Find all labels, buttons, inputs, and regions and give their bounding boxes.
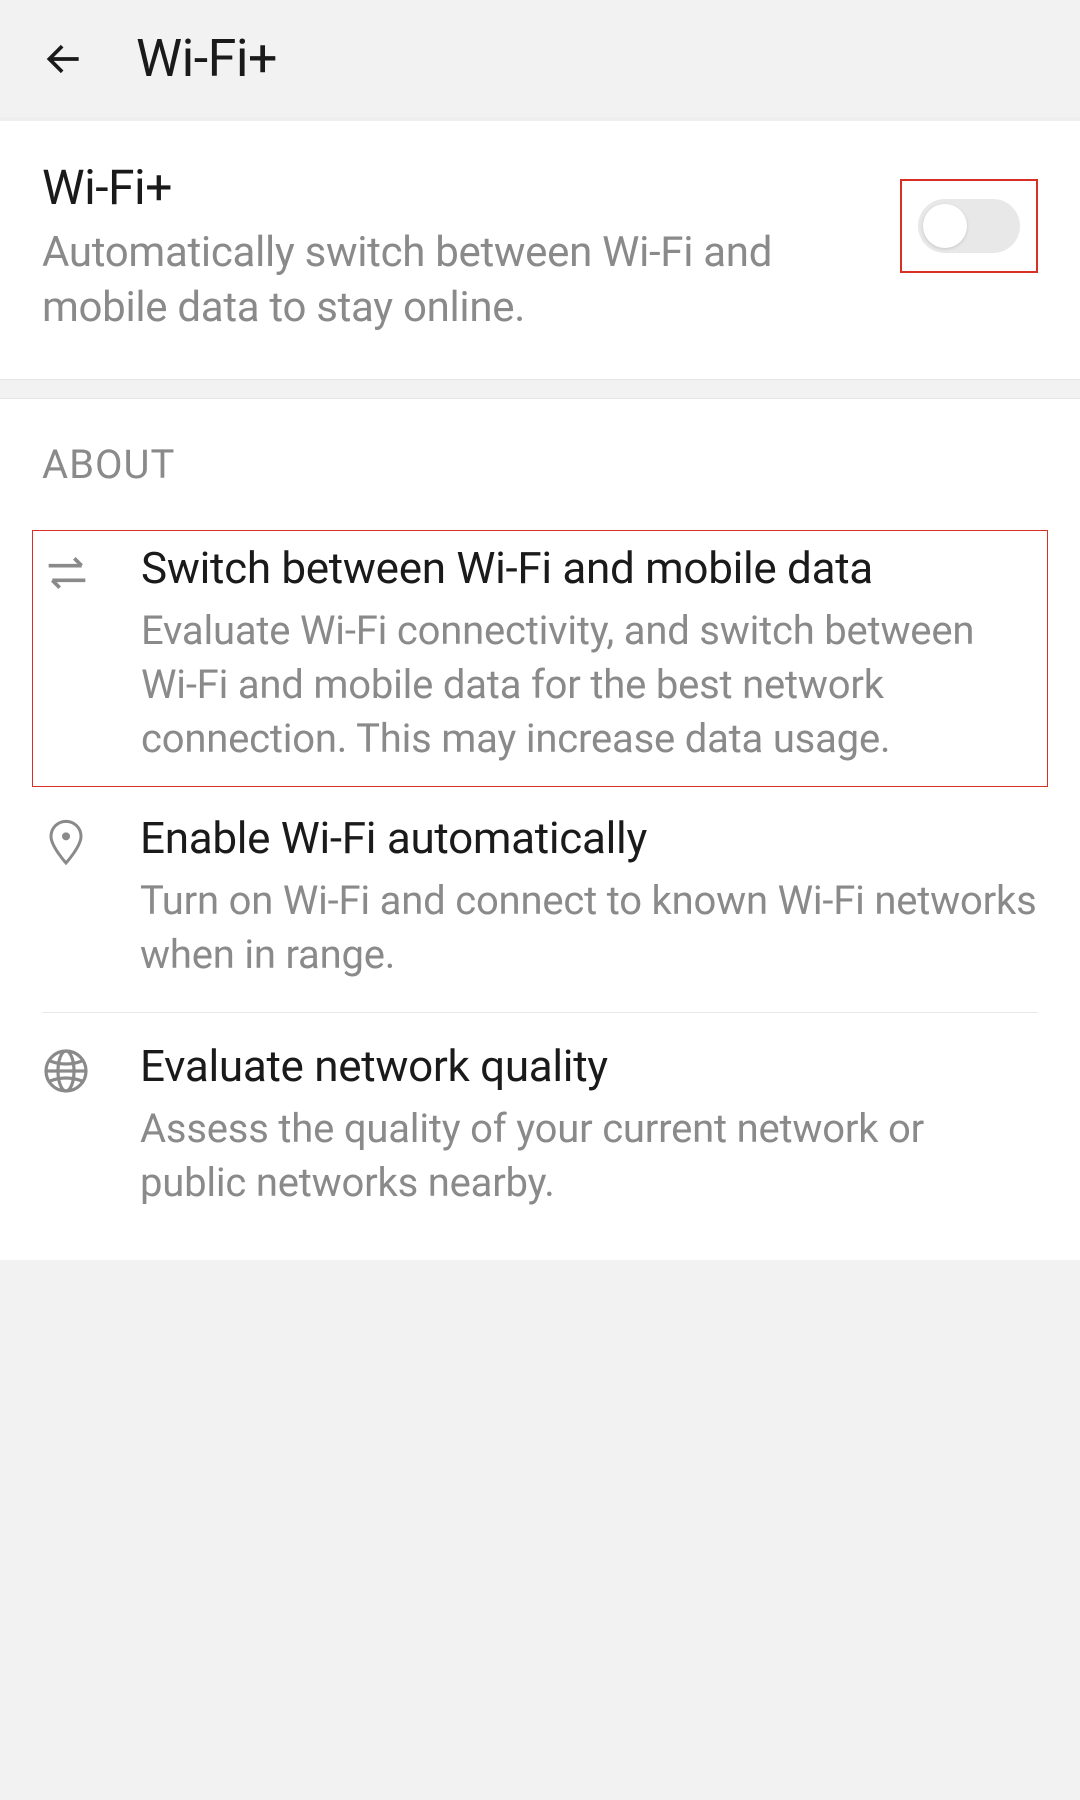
- back-button[interactable]: [40, 35, 88, 83]
- wifi-plus-title: Wi-Fi+: [42, 159, 860, 216]
- about-item-switch: Switch between Wi-Fi and mobile data Eva…: [32, 530, 1048, 787]
- wifi-plus-toggle-row: Wi-Fi+ Automatically switch between Wi-F…: [0, 121, 1080, 379]
- about-item-description: Assess the quality of your current netwo…: [140, 1102, 1038, 1210]
- about-item-text: Enable Wi-Fi automatically Turn on Wi-Fi…: [140, 811, 1038, 982]
- toggle-knob: [923, 204, 967, 248]
- switch-arrows-icon: [43, 549, 91, 597]
- about-item-title: Enable Wi-Fi automatically: [140, 811, 1038, 866]
- about-heading: ABOUT: [42, 441, 1038, 488]
- about-item-description: Evaluate Wi-Fi connectivity, and switch …: [141, 604, 1037, 766]
- about-item-title: Switch between Wi-Fi and mobile data: [141, 541, 1037, 596]
- about-item-description: Turn on Wi-Fi and connect to known Wi-Fi…: [140, 874, 1038, 982]
- header: Wi-Fi+: [0, 0, 1080, 117]
- about-item-network-quality: Evaluate network quality Assess the qual…: [42, 1039, 1038, 1240]
- location-pin-icon: [42, 819, 90, 867]
- wifi-plus-toggle[interactable]: [918, 199, 1020, 253]
- wifi-plus-description: Automatically switch between Wi-Fi and m…: [42, 226, 860, 335]
- page-title: Wi-Fi+: [136, 28, 277, 89]
- about-item-text: Evaluate network quality Assess the qual…: [140, 1039, 1038, 1210]
- section-gap: [0, 379, 1080, 399]
- about-item-text: Switch between Wi-Fi and mobile data Eva…: [141, 541, 1037, 766]
- about-item-title: Evaluate network quality: [140, 1039, 1038, 1094]
- wifi-plus-toggle-highlight: [900, 179, 1038, 273]
- arrow-left-icon: [42, 37, 86, 81]
- globe-icon: [42, 1047, 90, 1095]
- about-section: ABOUT Switch between Wi-Fi and mobile da…: [0, 399, 1080, 1260]
- about-item-auto-wifi: Enable Wi-Fi automatically Turn on Wi-Fi…: [42, 811, 1038, 1013]
- wifi-plus-text: Wi-Fi+ Automatically switch between Wi-F…: [42, 159, 860, 335]
